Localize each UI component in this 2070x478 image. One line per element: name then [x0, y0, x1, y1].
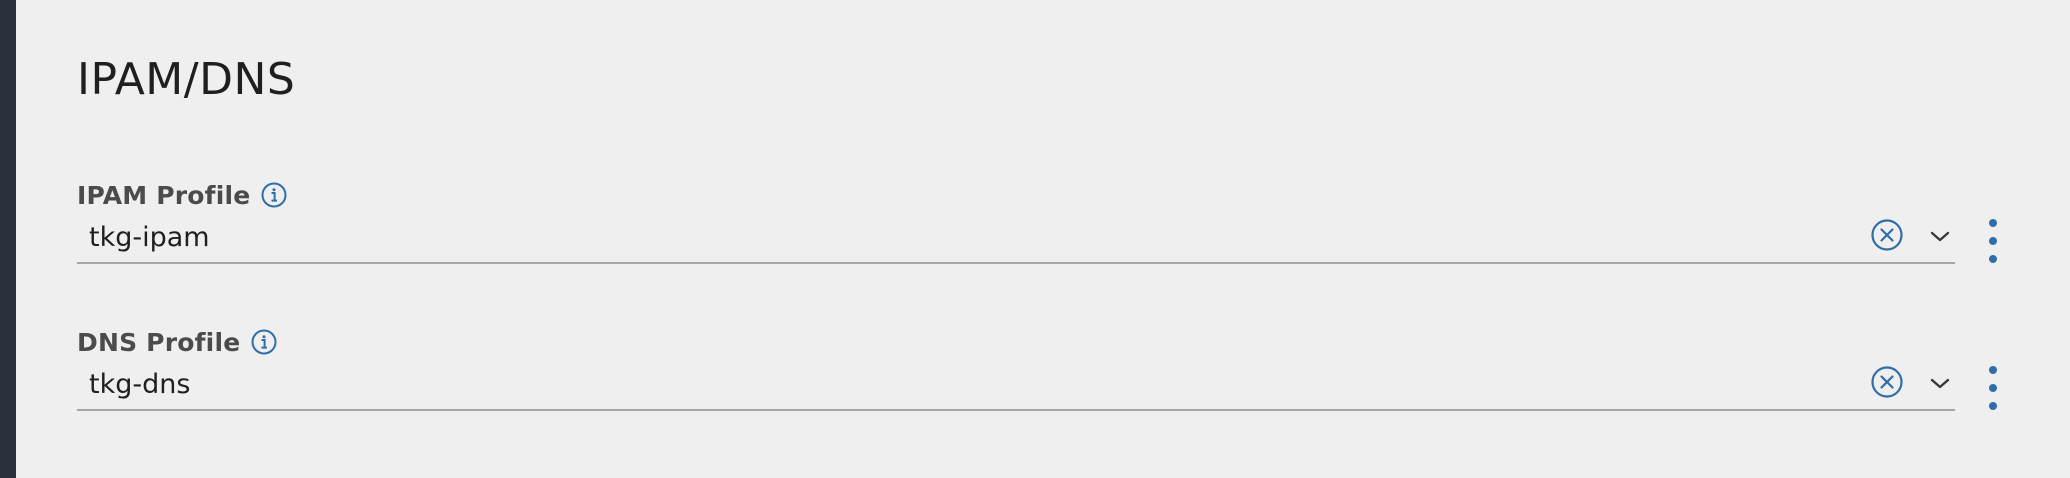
dns-profile-value: tkg-dns — [89, 369, 191, 400]
kebab-menu-icon[interactable] — [1983, 364, 2003, 412]
chevron-down-icon[interactable] — [1928, 371, 1952, 395]
dns-profile-label-row: DNS Profile — [77, 324, 278, 360]
section-title: IPAM/DNS — [77, 54, 296, 105]
chevron-down-icon[interactable] — [1928, 224, 1952, 248]
info-icon[interactable] — [250, 328, 278, 356]
ipam-dns-section: IPAM/DNS IPAM Profile tkg-ipam DNS Profi… — [77, 0, 2037, 478]
ipam-profile-select[interactable]: tkg-ipam — [77, 216, 1955, 264]
ipam-profile-value: tkg-ipam — [89, 222, 210, 253]
clear-circle-icon[interactable] — [1870, 365, 1904, 399]
left-nav-edge — [0, 0, 16, 478]
info-icon[interactable] — [260, 181, 288, 209]
dns-profile-label: DNS Profile — [77, 327, 241, 357]
kebab-menu-icon[interactable] — [1983, 217, 2003, 265]
dns-profile-select[interactable]: tkg-dns — [77, 363, 1955, 411]
clear-circle-icon[interactable] — [1870, 218, 1904, 252]
ipam-profile-label: IPAM Profile — [77, 180, 251, 210]
ipam-profile-label-row: IPAM Profile — [77, 177, 288, 213]
